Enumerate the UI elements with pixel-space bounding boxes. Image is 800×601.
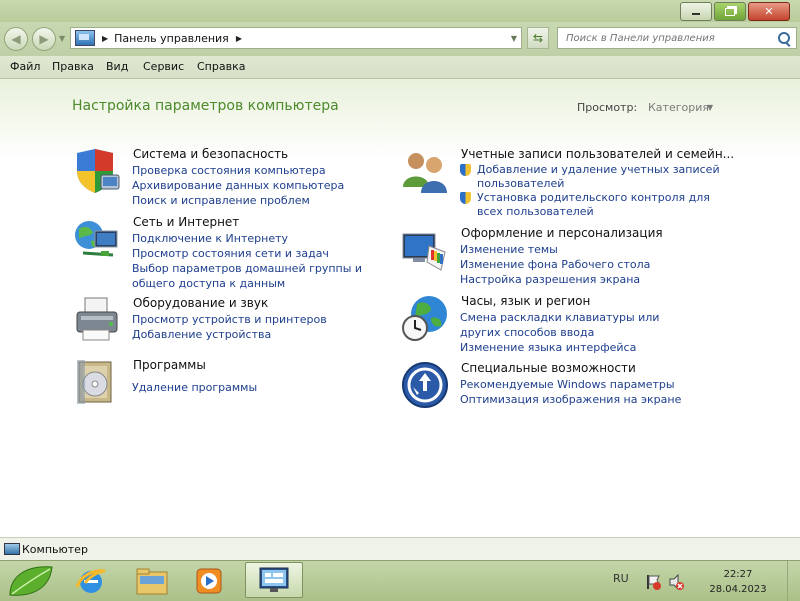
search-icon[interactable] [778,32,790,44]
category-links: Изменение темы Изменение фона Рабочего с… [460,242,650,287]
view-by-dropdown[interactable]: Категория [648,101,709,114]
restore-button[interactable] [714,2,746,21]
forward-arrow-icon: ▶ [39,32,49,46]
navigation-bar: ◀ ▶ ▼ ▶ Панель управления ▶ ▼ ⇆ [0,22,800,56]
status-bar: Компьютер [0,537,800,561]
link-add-remove-accounts[interactable]: Добавление и удаление учетных записей по… [460,163,727,190]
minimize-icon [692,13,700,15]
start-button-leaf-icon[interactable] [6,563,56,599]
action-center-flag-icon[interactable] [645,574,661,590]
back-arrow-icon: ◀ [11,32,21,46]
taskbar-media-player[interactable] [188,564,230,598]
refresh-icon: ⇆ [532,31,544,45]
programs-disc-icon[interactable] [73,358,121,406]
control-panel-icon [75,30,95,46]
taskbar-control-panel[interactable] [245,562,303,598]
category-title[interactable]: Оборудование и звук [133,296,268,310]
close-button[interactable]: ✕ [748,2,790,21]
link-change-keyboard[interactable]: Смена раскладки клавиатуры или других сп… [460,310,700,340]
link-optimize-display[interactable]: Оптимизация изображения на экране [460,392,681,407]
window-controls: ✕ [678,2,790,21]
link-devices-printers[interactable]: Просмотр устройств и принтеров [132,312,327,327]
link-troubleshoot[interactable]: Поиск и исправление проблем [132,193,344,208]
taskbar-file-explorer[interactable] [131,564,173,598]
page-title: Настройка параметров компьютера [72,98,339,114]
menu-view[interactable]: Вид [106,60,128,73]
category-title[interactable]: Специальные возможности [461,361,636,375]
view-by-label: Просмотр: [577,101,638,114]
users-icon[interactable] [401,147,449,195]
refresh-button[interactable]: ⇆ [527,27,549,49]
minimize-button[interactable] [680,2,712,21]
menu-tools[interactable]: Сервис [143,60,184,73]
link-parental-controls[interactable]: Установка родительского контроля для все… [460,191,727,218]
close-icon: ✕ [764,5,774,18]
category-title[interactable]: Система и безопасность [133,147,288,161]
chevron-down-icon[interactable]: ▼ [707,103,713,112]
address-dropdown-icon[interactable]: ▼ [511,34,517,43]
network-globe-icon[interactable] [73,215,121,263]
clock-time: 22:27 [723,569,753,580]
search-input[interactable] [564,31,778,45]
printer-hardware-icon[interactable] [73,296,121,344]
computer-icon [4,543,20,555]
category-links: Проверка состояния компьютера Архивирова… [132,163,344,208]
taskbar-internet-explorer[interactable] [70,564,112,598]
link-homegroup-options[interactable]: Выбор параметров домашней группы и общег… [132,261,397,291]
category-links: Подключение к Интернету Просмотр состоян… [132,231,397,291]
accessibility-icon[interactable] [401,361,449,409]
language-indicator[interactable]: RU [613,572,629,585]
category-links: Добавление и удаление учетных записей по… [460,163,727,219]
link-recommended-settings[interactable]: Рекомендуемые Windows параметры [460,377,681,392]
clock-date: 28.04.2023 [709,584,767,595]
link-check-computer-status[interactable]: Проверка состояния компьютера [132,163,344,178]
category-title[interactable]: Сеть и Интернет [133,215,239,229]
show-desktop-button[interactable] [787,561,800,601]
category-links: Удаление программы [132,380,257,395]
link-connect-internet[interactable]: Подключение к Интернету [132,231,397,246]
monitor-palette-icon[interactable] [401,226,449,274]
link-add-device[interactable]: Добавление устройства [132,327,327,342]
link-change-theme[interactable]: Изменение темы [460,242,650,257]
control-panel-content: Настройка параметров компьютера Просмотр… [0,79,800,537]
window-titlebar: ✕ [0,0,800,22]
taskbar: RU 22:27 28.04.2023 [0,560,800,601]
back-button[interactable]: ◀ [4,27,28,51]
link-backup-computer[interactable]: Архивирование данных компьютера [132,178,344,193]
menu-bar: Файл Правка Вид Сервис Справка [0,56,800,79]
forward-button[interactable]: ▶ [32,27,56,51]
category-title[interactable]: Учетные записи пользователей и семейн... [461,147,734,161]
link-screen-resolution[interactable]: Настройка разрешения экрана [460,272,650,287]
category-links: Смена раскладки клавиатуры или других сп… [460,310,700,355]
clock-globe-icon[interactable] [401,294,449,342]
recent-pages-chevron-icon[interactable]: ▼ [59,34,65,43]
category-title[interactable]: Оформление и персонализация [461,226,663,240]
category-title[interactable]: Программы [133,358,206,372]
breadcrumb-arrow-icon[interactable]: ▶ [102,34,108,43]
restore-icon [725,7,735,16]
internet-explorer-icon [75,569,106,593]
breadcrumb-arrow-icon[interactable]: ▶ [236,34,242,43]
search-box[interactable] [557,27,797,49]
system-clock[interactable]: 22:27 28.04.2023 [703,567,773,597]
category-links: Рекомендуемые Windows параметры Оптимиза… [460,377,681,407]
media-player-icon [196,568,222,594]
menu-file[interactable]: Файл [10,60,40,73]
address-bar[interactable]: ▶ Панель управления ▶ ▼ [70,27,522,49]
status-text: Компьютер [22,543,88,556]
link-network-status[interactable]: Просмотр состояния сети и задач [132,246,397,261]
link-uninstall-program[interactable]: Удаление программы [132,380,257,395]
volume-muted-icon[interactable] [668,574,684,590]
link-change-display-language[interactable]: Изменение языка интерфейса [460,340,700,355]
category-links: Просмотр устройств и принтеров Добавлени… [132,312,327,342]
control-panel-icon [259,567,289,592]
category-title[interactable]: Часы, язык и регион [461,294,590,308]
folder-icon [136,568,168,595]
shield-security-icon[interactable] [73,147,121,195]
menu-edit[interactable]: Правка [52,60,94,73]
breadcrumb-control-panel[interactable]: Панель управления [114,32,229,45]
link-change-desktop-background[interactable]: Изменение фона Рабочего стола [460,257,650,272]
menu-help[interactable]: Справка [197,60,245,73]
